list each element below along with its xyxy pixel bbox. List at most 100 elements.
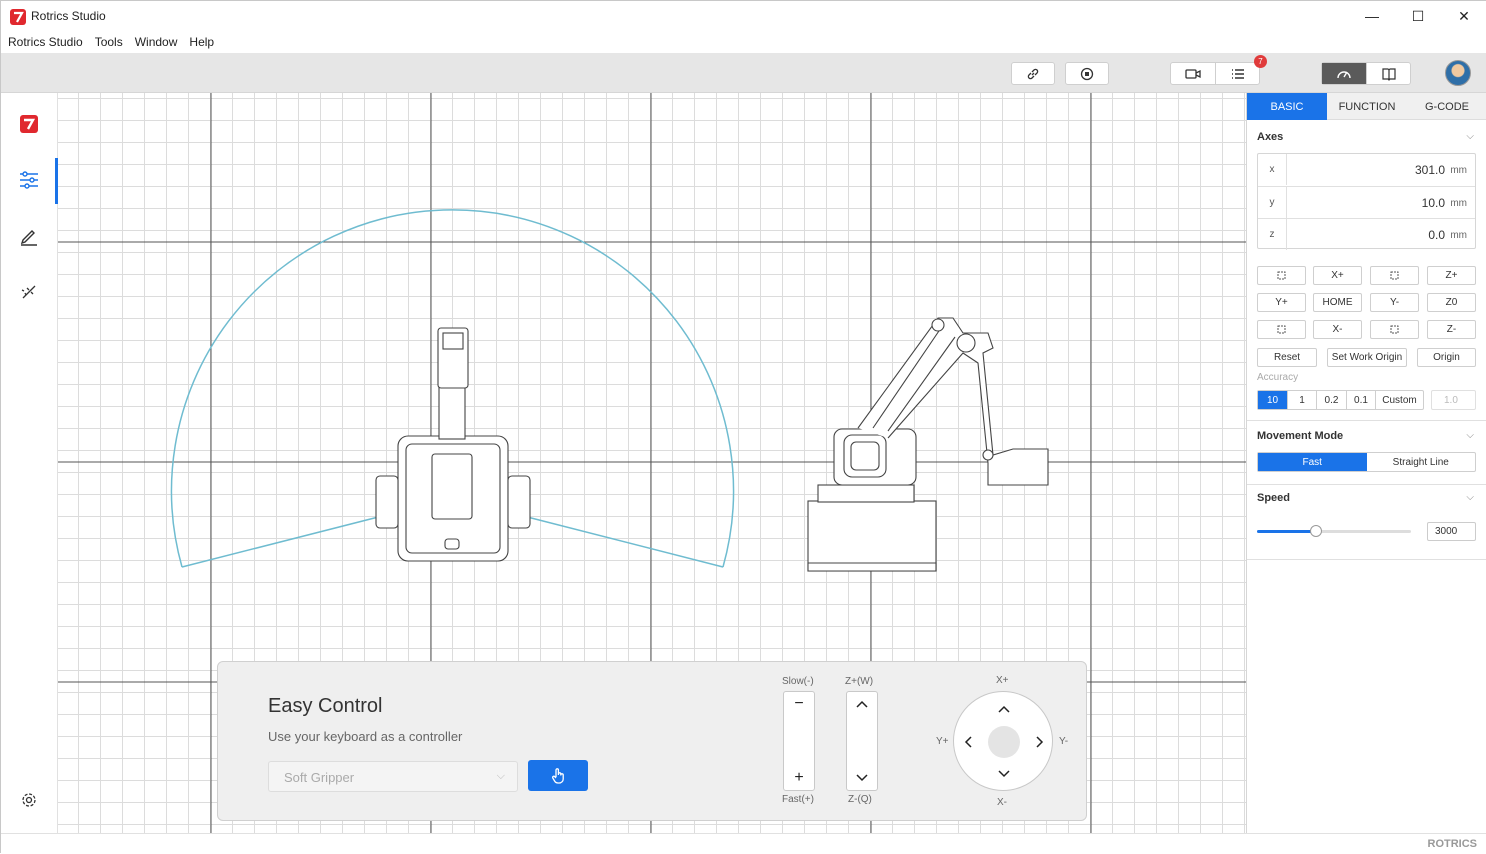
toolbar: 7 — [1, 53, 1486, 93]
accuracy-0.1-button[interactable]: 0.1 — [1346, 391, 1375, 409]
speed-decrease-button[interactable]: − — [784, 693, 814, 715]
chevron-up-icon — [998, 705, 1010, 713]
movement-collapse-icon[interactable]: ⌵ — [1466, 430, 1474, 441]
speed-collapse-icon[interactable]: ⌵ — [1466, 492, 1474, 503]
sidebar-item-draw[interactable] — [18, 225, 40, 247]
panel-tabs: BASIC FUNCTION G-CODE — [1247, 93, 1486, 120]
mode-fast-button[interactable]: Fast — [1258, 453, 1367, 471]
axis-name-x: x — [1258, 154, 1287, 185]
menu-tools[interactable]: Tools — [95, 35, 123, 49]
dpad-center-button[interactable] — [988, 726, 1020, 758]
corner-icon — [1390, 325, 1399, 334]
accuracy-custom-button[interactable]: Custom — [1375, 391, 1423, 409]
jog-diagonal-up-left-button[interactable] — [1257, 266, 1306, 285]
jog-diagonal-up-right-button[interactable] — [1370, 266, 1419, 285]
z-down-label: Z-(Q) — [848, 794, 872, 805]
sidebar-item-control[interactable] — [18, 169, 40, 191]
jog-home-button[interactable]: HOME — [1313, 293, 1362, 312]
minimize-button[interactable]: — — [1349, 1, 1395, 31]
sidebar-item-home[interactable] — [18, 113, 40, 135]
brand-mark: ROTRICS — [1427, 838, 1478, 850]
user-avatar[interactable] — [1445, 60, 1471, 86]
hand-pointer-icon — [552, 767, 564, 784]
menu-window[interactable]: Window — [135, 35, 178, 49]
z-down-button[interactable] — [847, 767, 877, 789]
x-minus-label: X- — [997, 797, 1007, 808]
axis-row-z: z 0.0 mm — [1258, 218, 1475, 250]
accuracy-0.2-button[interactable]: 0.2 — [1316, 391, 1346, 409]
slow-label: Slow(-) — [782, 676, 814, 687]
menu-rotrics-studio[interactable]: Rotrics Studio — [8, 35, 83, 49]
end-effector-select[interactable]: Soft Gripper ⌵ — [268, 761, 518, 792]
axis-unit-y: mm — [1450, 198, 1467, 209]
movement-mode-title: Movement Mode — [1257, 430, 1344, 442]
chevron-down-icon — [998, 770, 1010, 778]
corner-icon — [1277, 271, 1286, 280]
robot-side-view — [807, 317, 1049, 572]
accuracy-1-button[interactable]: 1 — [1287, 391, 1316, 409]
stop-button[interactable] — [1065, 62, 1109, 85]
axis-value-x[interactable]: 301.0 — [1415, 163, 1445, 177]
left-sidebar — [1, 93, 58, 833]
easy-control-title: Easy Control — [268, 695, 383, 717]
keyboard-control-button[interactable] — [528, 760, 588, 791]
y-minus-label: Y- — [1059, 736, 1069, 747]
control-mode-button[interactable] — [1322, 63, 1366, 84]
jog-x-plus-button[interactable]: X+ — [1313, 266, 1362, 285]
y-minus-button[interactable] — [1031, 733, 1049, 751]
accuracy-10-button[interactable]: 10 — [1258, 391, 1287, 409]
jog-z0-button[interactable]: Z0 — [1427, 293, 1476, 312]
axis-name-z: z — [1258, 219, 1287, 250]
axes-collapse-icon[interactable]: ⌵ — [1466, 131, 1474, 142]
speedometer-icon — [1337, 70, 1351, 78]
maximize-button[interactable]: ☐ — [1395, 1, 1441, 31]
axis-value-y[interactable]: 10.0 — [1422, 196, 1445, 210]
camera-button[interactable] — [1171, 63, 1215, 84]
jog-z-minus-button[interactable]: Z- — [1427, 320, 1476, 339]
speed-slider[interactable] — [1257, 525, 1411, 537]
speed-input[interactable]: 3000 — [1427, 522, 1476, 541]
pen-icon — [20, 230, 37, 246]
y-plus-button[interactable] — [959, 733, 977, 751]
sidebar-item-settings[interactable] — [18, 789, 40, 811]
task-list-button[interactable]: 7 — [1215, 55, 1267, 84]
jog-y-minus-button[interactable]: Y- — [1370, 293, 1419, 312]
jog-z-plus-button[interactable]: Z+ — [1427, 266, 1476, 285]
set-work-origin-button[interactable]: Set Work Origin — [1327, 348, 1407, 367]
menu-bar: Rotrics Studio Tools Window Help — [1, 31, 1486, 53]
speed-stepper[interactable]: − + — [783, 691, 815, 791]
tab-gcode[interactable]: G-CODE — [1407, 93, 1486, 120]
manual-button[interactable] — [1366, 63, 1410, 84]
speed-increase-button[interactable]: + — [784, 767, 814, 789]
jog-y-plus-button[interactable]: Y+ — [1257, 293, 1306, 312]
corner-icon — [1277, 325, 1286, 334]
rotrics-logo-icon — [20, 115, 38, 133]
jog-diagonal-down-right-button[interactable] — [1370, 320, 1419, 339]
x-minus-button[interactable] — [995, 765, 1013, 783]
speed-slider-fill — [1257, 530, 1316, 533]
close-button[interactable]: ✕ — [1441, 1, 1486, 31]
speed-title: Speed — [1257, 492, 1291, 504]
x-plus-button[interactable] — [995, 700, 1013, 718]
fast-label: Fast(+) — [782, 794, 814, 805]
speed-slider-handle[interactable] — [1309, 525, 1322, 537]
jog-diagonal-down-left-button[interactable] — [1257, 320, 1306, 339]
accuracy-custom-input[interactable]: 1.0 — [1431, 390, 1476, 410]
mode-straight-line-button[interactable]: Straight Line — [1367, 453, 1476, 471]
sidebar-item-laser[interactable] — [18, 281, 40, 303]
menu-help[interactable]: Help — [189, 35, 214, 49]
z-up-button[interactable] — [847, 693, 877, 715]
axis-value-z[interactable]: 0.0 — [1428, 228, 1445, 242]
section-divider — [1247, 484, 1486, 485]
robot-top-view — [375, 327, 531, 562]
y-plus-label: Y+ — [936, 736, 949, 747]
jog-x-minus-button[interactable]: X- — [1313, 320, 1362, 339]
connect-button[interactable] — [1011, 62, 1055, 85]
corner-icon — [1390, 271, 1399, 280]
accuracy-label: Accuracy — [1257, 372, 1299, 383]
origin-button[interactable]: Origin — [1417, 348, 1476, 367]
reset-button[interactable]: Reset — [1257, 348, 1317, 367]
tab-function[interactable]: FUNCTION — [1327, 93, 1407, 120]
tab-basic[interactable]: BASIC — [1247, 93, 1327, 120]
z-stepper[interactable] — [846, 691, 878, 791]
